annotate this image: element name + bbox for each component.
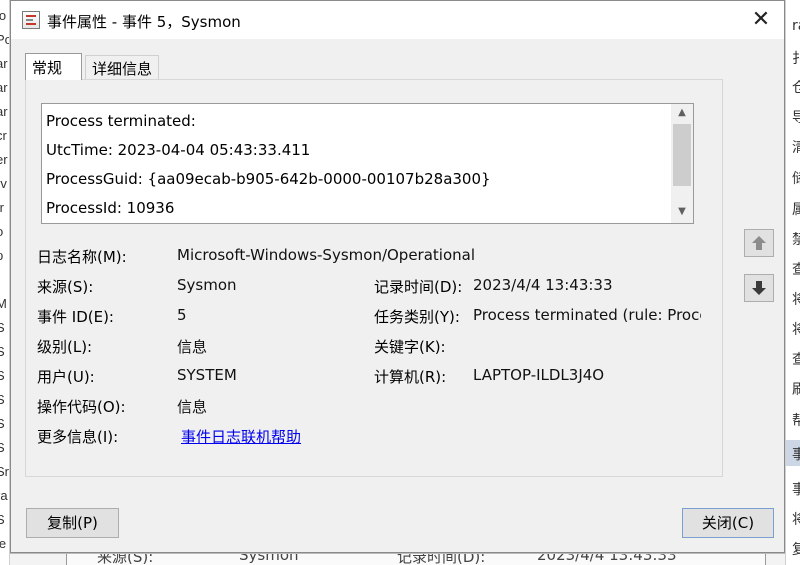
background-text: 记录时间(D): <box>397 553 486 565</box>
background-text: Po <box>0 32 9 47</box>
background-text: S <box>0 320 5 335</box>
background-text: 2023/4/4 13:43:33 <box>537 553 677 564</box>
background-text: 来源(S): <box>97 553 154 565</box>
background-text: ra <box>792 18 800 34</box>
background-text: 复 <box>792 539 800 559</box>
background-text: M <box>0 296 7 311</box>
background-text: 仓 <box>792 77 800 97</box>
field-value-logged: 2023/4/4 13:43:33 <box>473 276 613 294</box>
background-text: o <box>0 224 3 239</box>
field-label-keywords: 关键字(K): <box>374 338 446 356</box>
title-bar[interactable]: 事件属性 - 事件 5，Sysmon ✕ <box>11 1 784 39</box>
background-text: 扌 <box>792 48 800 68</box>
background-text: ar <box>0 80 8 95</box>
event-description-box[interactable]: Process terminated: UtcTime: 2023-04-04 … <box>41 103 694 224</box>
background-text: 导 <box>792 107 800 127</box>
tab-general[interactable]: 常规 <box>25 53 82 80</box>
background-text: 事 <box>792 444 800 464</box>
background-text: 禁 <box>792 229 800 249</box>
copy-button[interactable]: 复制(P) <box>26 508 119 538</box>
background-text: er <box>0 152 8 167</box>
background-window-bottom: 来源(S): Sysmon 记录时间(D): 2023/4/4 13:43:33 <box>10 553 785 565</box>
background-text: rv <box>0 176 7 191</box>
field-label-task-category: 任务类别(Y): <box>374 308 460 326</box>
background-text: p <box>0 248 3 263</box>
arrow-down-icon <box>752 281 766 295</box>
event-properties-dialog: 事件属性 - 事件 5，Sysmon ✕ 常规 详细信息 Process ter… <box>10 0 785 553</box>
background-text: 刷 <box>792 379 800 399</box>
general-tab-panel: Process terminated: UtcTime: 2023-04-04 … <box>25 79 723 477</box>
close-window-button[interactable]: ✕ <box>746 7 776 33</box>
background-text: S <box>0 368 5 383</box>
background-text: 将 <box>792 289 800 309</box>
description-line: Process terminated: <box>46 112 196 130</box>
scroll-up-icon[interactable]: ▲ <box>671 105 693 121</box>
background-text: ra <box>0 488 8 503</box>
description-scrollbar[interactable]: ▲ ▼ <box>671 104 693 223</box>
scrollbar-thumb[interactable] <box>673 124 691 186</box>
background-text: tr <box>0 200 4 215</box>
background-text: Sysmon <box>239 553 299 564</box>
description-line: ProcessId: 10936 <box>46 199 175 217</box>
field-label-opcode: 操作代码(O): <box>37 398 126 416</box>
event-viewer-icon <box>22 11 40 29</box>
field-label-level: 级别(L): <box>37 338 93 356</box>
background-window-right: ra 扌 仓 导 清 储 属 禁 查 将 将 查 刷 帮 事 事 将 复 <box>785 0 800 565</box>
field-label-source: 来源(S): <box>37 278 94 296</box>
background-text: S <box>0 440 5 455</box>
field-label-event-id: 事件 ID(E): <box>37 308 114 326</box>
scroll-down-icon[interactable]: ▼ <box>671 204 693 220</box>
next-event-button[interactable] <box>744 274 774 302</box>
background-text: ar <box>0 56 8 71</box>
background-text: ar <box>0 104 8 119</box>
field-value-opcode: 信息 <box>177 398 208 416</box>
description-line: UtcTime: 2023-04-04 05:43:33.411 <box>46 141 311 159</box>
field-value-log-name: Microsoft-Windows-Sysmon/Operational <box>177 246 476 264</box>
arrow-up-icon <box>752 236 766 250</box>
background-window-left: lo Po ar ar ar cr er rv tr o p - M S S S… <box>0 0 10 565</box>
field-label-more-info: 更多信息(I): <box>37 428 119 446</box>
background-text: S <box>0 392 5 407</box>
background-text: ie <box>0 536 6 551</box>
field-value-computer: LAPTOP-ILDL3J4O <box>473 366 605 384</box>
background-text: 帮 <box>792 410 800 430</box>
background-text: cr <box>0 128 7 143</box>
background-text: lo <box>0 8 6 23</box>
background-text: 将 <box>792 509 800 529</box>
field-label-log-name: 日志名称(M): <box>37 248 127 266</box>
background-text: 属 <box>792 199 800 219</box>
window-title: 事件属性 - 事件 5，Sysmon <box>47 13 241 31</box>
field-label-logged: 记录时间(D): <box>374 278 463 296</box>
field-label-user: 用户(U): <box>37 368 95 386</box>
event-log-online-help-link[interactable]: 事件日志联机帮助 <box>181 426 301 447</box>
background-text: Sr <box>0 464 9 479</box>
field-value-task-category: Process terminated (rule: ProcessT <box>473 306 701 324</box>
background-text: 查 <box>792 349 800 369</box>
tab-details[interactable]: 详细信息 <box>85 55 159 79</box>
close-icon: ✕ <box>751 7 771 32</box>
field-value-level: 信息 <box>177 338 208 356</box>
field-value-event-id: 5 <box>177 306 187 324</box>
background-text: 将 <box>792 319 800 339</box>
field-value-user: SYSTEM <box>177 366 237 384</box>
background-panel: 来源(S): Sysmon 记录时间(D): 2023/4/4 13:43:33 <box>66 554 766 565</box>
close-button[interactable]: 关闭(C) <box>682 508 774 538</box>
description-line: ProcessGuid: {aa09ecab-b905-642b-0000-00… <box>46 170 491 188</box>
background-text: S <box>0 416 5 431</box>
background-text: S <box>0 344 5 359</box>
background-text: 清 <box>792 137 800 157</box>
previous-event-button[interactable] <box>744 229 774 257</box>
background-text: S <box>0 512 5 527</box>
field-label-computer: 计算机(R): <box>374 368 447 386</box>
background-text: 查 <box>792 259 800 279</box>
background-text: 储 <box>792 168 800 188</box>
field-value-source: Sysmon <box>177 276 237 294</box>
background-text: 事 <box>792 479 800 499</box>
